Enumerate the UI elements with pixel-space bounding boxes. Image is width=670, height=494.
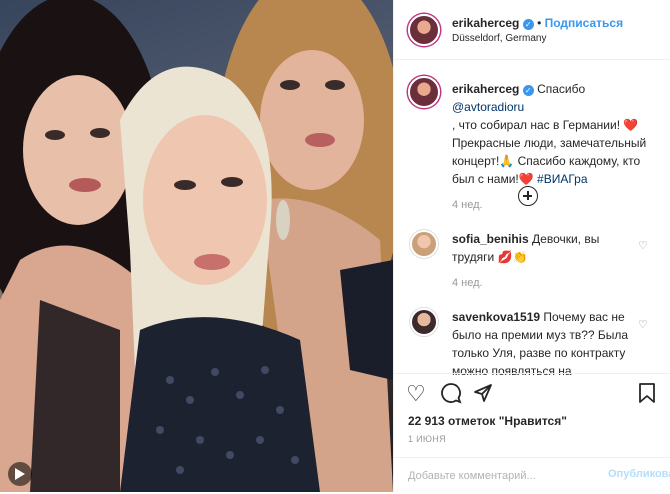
caption-text-3: Прекрасные люди, замечательный	[452, 136, 647, 150]
post-date[interactable]: 1 ИЮНЯ	[408, 434, 446, 444]
comment-username[interactable]: savenkova1519	[452, 310, 540, 324]
comment-input[interactable]	[408, 467, 598, 485]
comment-avatar[interactable]	[410, 308, 438, 336]
caption-username[interactable]: erikaherceg	[452, 82, 519, 96]
comment-item: savenkova1519 Почему вас не было на прем…	[452, 308, 632, 380]
caption-text-1: Спасибо	[537, 82, 586, 96]
caption-text-4: концерт!🙏 Спасибо каждому, кто	[452, 154, 641, 168]
comment-like-heart-icon[interactable]: ♡	[638, 318, 648, 331]
author-avatar[interactable]	[408, 14, 440, 46]
heart-icon[interactable]: ♡	[406, 382, 426, 406]
post-location[interactable]: Düsseldorf, Germany	[452, 33, 546, 44]
comment-text: Девочки, вы	[528, 232, 600, 246]
post-header: erikaherceg ✓ • Подписаться Düsseldorf, …	[394, 0, 670, 60]
play-icon[interactable]	[8, 462, 32, 486]
comment-time[interactable]: 4 нед.	[452, 274, 632, 292]
comment-like-heart-icon[interactable]: ♡	[638, 239, 648, 252]
follow-button[interactable]: Подписаться	[545, 16, 623, 30]
author-username[interactable]: erikaherceg	[452, 16, 519, 30]
caption-text-5: был с нами!❤️	[452, 172, 538, 186]
caption-time[interactable]: 4 нед.	[452, 196, 660, 214]
caption-hashtag[interactable]: #ВИАГра	[537, 172, 587, 186]
comment-text-2: трудяги 💋👏	[452, 250, 528, 264]
comment-text-3: только Уля, разве по контракту	[452, 346, 626, 360]
post-photo[interactable]	[0, 0, 393, 492]
photo-illustration	[0, 0, 393, 492]
comment-text-2: было на премии муз тв?? Была	[452, 328, 629, 342]
caption-avatar[interactable]	[408, 76, 440, 108]
verified-badge-icon: ✓	[522, 85, 534, 96]
comment-username[interactable]: sofia_benihis	[452, 232, 529, 246]
add-comment-bar: Опубликовать	[394, 457, 670, 494]
comment-item: sofia_benihis Девочки, вы трудяги 💋👏 4 н…	[452, 230, 632, 292]
plus-circle-icon[interactable]	[518, 186, 538, 206]
post-actions: ♡ 22 913 отметок "Нравится" 1 ИЮНЯ Опубл…	[394, 373, 670, 493]
post-caption: erikaherceg ✓ Спасибо @avtoradioru , что…	[452, 80, 660, 214]
comment-avatar[interactable]	[410, 230, 438, 258]
comment-icon[interactable]	[440, 382, 462, 409]
share-icon[interactable]	[472, 382, 494, 409]
bookmark-icon[interactable]	[638, 382, 656, 409]
caption-text-2: , что собирал нас в Германии! ❤️	[452, 118, 639, 132]
post-sidebar: erikaherceg ✓ • Подписаться Düsseldorf, …	[393, 0, 670, 492]
caption-mention[interactable]: @avtoradioru	[452, 100, 524, 114]
like-count[interactable]: 22 913 отметок "Нравится"	[408, 414, 567, 428]
verified-badge-icon: ✓	[522, 19, 534, 30]
comment-text: Почему вас не	[540, 310, 625, 324]
publish-button[interactable]: Опубликовать	[608, 468, 670, 480]
